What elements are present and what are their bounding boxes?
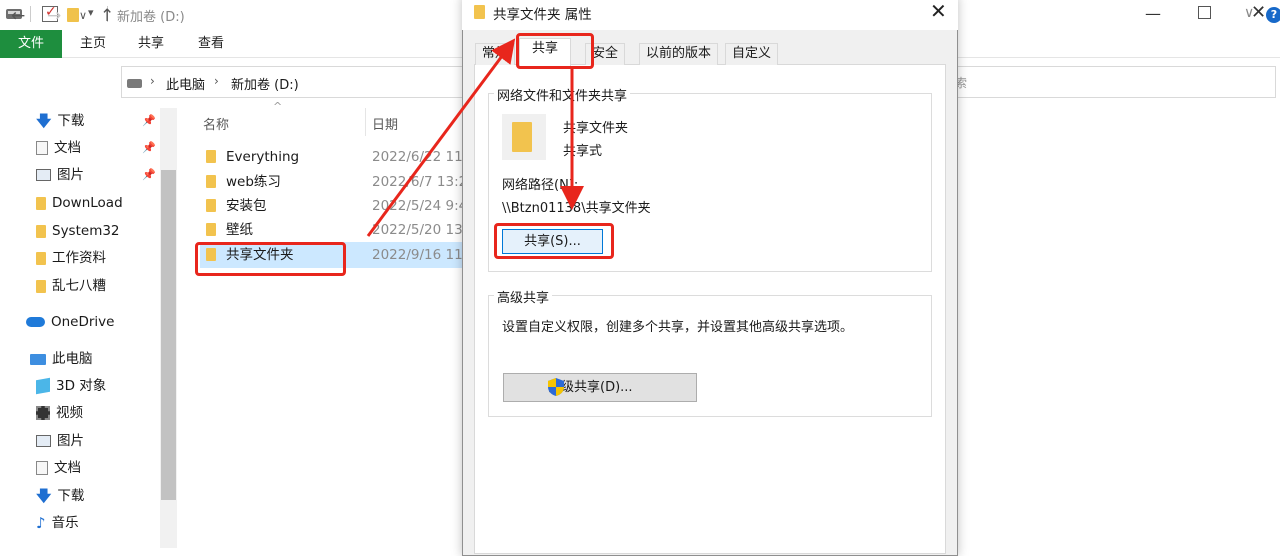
nav-item-pictures-pc[interactable]: 图片 xyxy=(36,429,84,453)
video-icon xyxy=(36,406,50,420)
download-icon: 🡇 xyxy=(36,112,52,130)
file-row[interactable]: Everything 2022/6/22 11 xyxy=(203,145,463,169)
nav-item-music[interactable]: ♪ 音乐 xyxy=(36,511,79,535)
shared-folder-name: 共享文件夹 xyxy=(563,121,629,136)
pictures-icon xyxy=(36,435,51,447)
tab-file[interactable]: 文件 xyxy=(0,30,62,58)
annotation-highlight-folder xyxy=(195,242,346,276)
dialog-title: 共享文件夹 属性 xyxy=(493,7,592,23)
3d-objects-icon xyxy=(36,377,50,395)
nav-item-documents[interactable]: 文档 xyxy=(36,136,81,160)
tab-view[interactable]: 查看 xyxy=(186,30,236,58)
group-label: 高级共享 xyxy=(494,287,553,306)
nav-item-documents-pc[interactable]: 文档 xyxy=(36,456,81,480)
nav-item-onedrive[interactable]: OneDrive xyxy=(26,310,114,334)
folder-icon xyxy=(512,122,532,152)
nav-item-system32[interactable]: System32 xyxy=(36,219,120,243)
maximize-icon[interactable] xyxy=(1198,6,1211,19)
folder-icon xyxy=(206,223,216,236)
network-path-label: 网络路径(N): xyxy=(502,178,579,193)
pin-icon: 📌 xyxy=(142,168,156,181)
tab-share[interactable]: 共享 xyxy=(128,30,174,58)
nav-item-downloads[interactable]: 🡇 下载 xyxy=(36,109,84,133)
onedrive-icon xyxy=(26,317,45,327)
folder-icon xyxy=(474,5,485,19)
tab-home[interactable]: 主页 xyxy=(70,30,116,58)
new-folder-icon[interactable] xyxy=(67,8,79,22)
folder-icon xyxy=(36,196,46,210)
nav-item-3d-objects[interactable]: 3D 对象 xyxy=(36,374,106,398)
toolbar-divider xyxy=(30,6,31,22)
file-row[interactable]: web练习 2022/6/7 13:2 xyxy=(203,170,467,194)
folder-icon xyxy=(206,175,216,188)
tab-previous-versions[interactable]: 以前的版本 xyxy=(639,43,719,65)
document-icon xyxy=(36,461,48,475)
recent-locations-chevron-icon[interactable]: ∨ xyxy=(79,9,87,22)
help-icon[interactable]: ? xyxy=(1266,7,1280,23)
folder-icon xyxy=(36,251,46,265)
drive-icon xyxy=(127,79,142,88)
folder-icon xyxy=(206,199,216,212)
music-icon: ♪ xyxy=(36,514,46,532)
window-title: 新加卷 (D:) xyxy=(117,10,185,25)
file-row[interactable]: 壁纸 2022/5/20 13 xyxy=(203,218,463,242)
folder-icon xyxy=(36,279,46,293)
nav-item-misc[interactable]: 乱七八糟 xyxy=(36,274,106,298)
tab-general[interactable]: 常规 xyxy=(475,43,516,65)
folder-icon xyxy=(36,224,46,238)
advanced-sharing-description: 设置自定义权限，创建多个共享，并设置其他高级共享选项。 xyxy=(502,320,854,335)
forward-arrow-icon[interactable]: → xyxy=(47,6,61,26)
folder-icon xyxy=(206,150,216,163)
nav-item-this-pc[interactable]: 此电脑 xyxy=(30,347,93,371)
breadcrumb-chevron-icon[interactable]: › xyxy=(150,74,155,88)
customize-toolbar-chevron-icon[interactable]: ▾ xyxy=(88,6,94,19)
advanced-sharing-button[interactable]: 高级共享(D)... xyxy=(503,373,697,402)
pin-icon: 📌 xyxy=(142,114,156,127)
nav-item-pictures[interactable]: 图片 xyxy=(36,163,84,187)
expand-ribbon-chevron-icon[interactable]: ∨ xyxy=(1244,5,1254,21)
group-label: 网络文件和文件夹共享 xyxy=(494,85,631,104)
back-arrow-icon[interactable]: ← xyxy=(11,6,25,26)
nav-item-download-folder[interactable]: DownLoad xyxy=(36,191,123,215)
column-divider[interactable] xyxy=(365,108,366,136)
breadcrumb-drive-d[interactable]: 新加卷 (D:) xyxy=(231,74,299,93)
pictures-icon xyxy=(36,169,51,181)
tab-customize[interactable]: 自定义 xyxy=(725,43,779,65)
column-header-name[interactable]: 名称 xyxy=(203,114,229,133)
nav-item-work-files[interactable]: 工作资料 xyxy=(36,246,106,270)
column-header-date[interactable]: 日期 xyxy=(372,114,398,133)
computer-icon xyxy=(30,353,46,365)
pin-icon: 📌 xyxy=(142,141,156,154)
annotation-highlight-share-button xyxy=(494,223,614,259)
annotation-highlight-share-tab xyxy=(516,33,594,69)
document-icon xyxy=(36,141,48,155)
uac-shield-icon xyxy=(548,378,564,396)
up-arrow-icon[interactable]: ↑ xyxy=(100,6,114,26)
breadcrumb-this-pc[interactable]: 此电脑 xyxy=(166,74,205,93)
nav-item-downloads-pc[interactable]: 🡇 下载 xyxy=(36,484,84,508)
network-path-value: \\Btzn01138\共享文件夹 xyxy=(502,201,651,216)
sort-ascending-icon: ^ xyxy=(273,100,283,113)
scrollbar-thumb[interactable] xyxy=(161,170,176,500)
nav-item-videos[interactable]: 视频 xyxy=(36,401,83,425)
share-status: 共享式 xyxy=(563,144,603,159)
breadcrumb-chevron-icon[interactable]: › xyxy=(214,74,219,88)
minimize-icon[interactable]: — xyxy=(1145,4,1161,23)
close-icon[interactable]: ✕ xyxy=(930,0,947,23)
download-icon: 🡇 xyxy=(36,487,52,505)
file-row[interactable]: 安装包 2022/5/24 9:4 xyxy=(203,194,467,218)
